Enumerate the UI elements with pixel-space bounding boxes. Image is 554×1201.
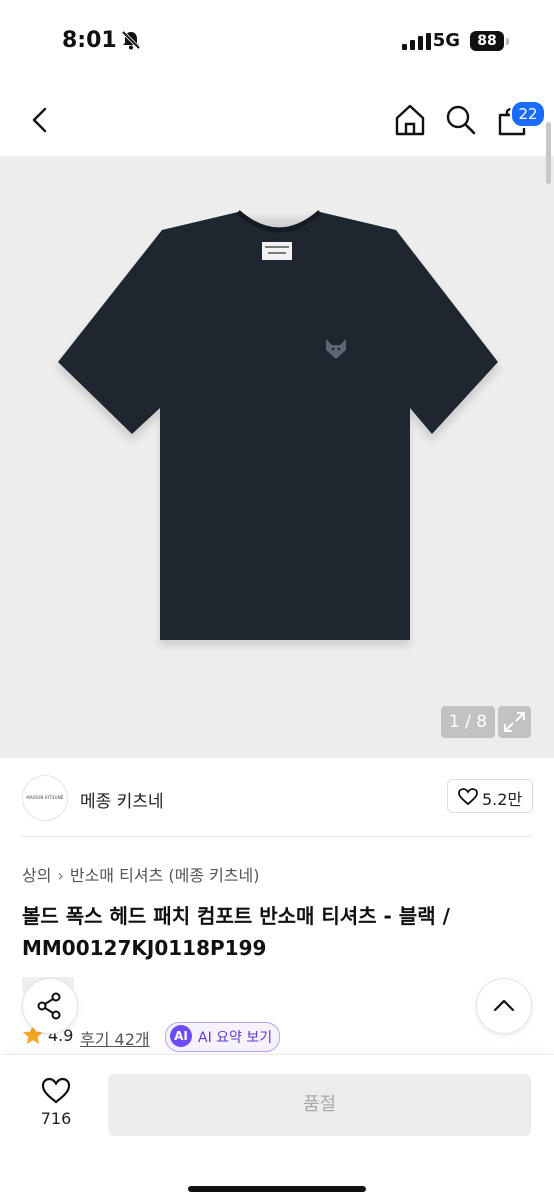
breadcrumb: 상의 › 반소매 티셔츠 (메종 키츠네) (22, 862, 260, 886)
ai-summary-button[interactable]: AI AI 요약 보기 (165, 1022, 280, 1052)
home-icon[interactable] (394, 103, 426, 137)
brand-like-count: 5.2만 (482, 790, 523, 809)
brand-name[interactable]: 메종 키츠네 (80, 787, 164, 812)
scroll-to-top-button[interactable] (476, 978, 532, 1034)
product-title: 볼드 폭스 헤드 패치 컴포트 반소매 티셔츠 - 블랙 / MM00127KJ… (22, 904, 450, 960)
breadcrumb-category[interactable]: 상의 (22, 866, 51, 885)
heart-icon (458, 788, 478, 806)
back-icon[interactable] (28, 106, 50, 134)
share-icon (37, 992, 61, 1020)
image-counter: 1 / 8 (441, 706, 495, 738)
product-image (56, 210, 500, 646)
heart-icon (41, 1077, 71, 1104)
status-time: 8:01 (62, 28, 117, 53)
bottom-action-bar: 716 품절 (0, 1054, 554, 1201)
ai-summary-label: AI 요약 보기 (198, 1030, 273, 1046)
home-indicator (188, 1186, 366, 1192)
status-bar: 8:01 5G 88 (0, 0, 554, 80)
sold-out-button[interactable]: 품절 (108, 1074, 531, 1136)
brand-row[interactable]: MAISON KITSUNÉ 메종 키츠네 5.2만 (0, 775, 554, 837)
ai-icon: AI (170, 1025, 192, 1047)
chevron-right-icon: › (57, 866, 64, 885)
breadcrumb-subcategory[interactable]: 반소매 티셔츠 (메종 키츠네) (70, 866, 260, 885)
battery-icon: 88 (470, 31, 504, 51)
brand-logo[interactable]: MAISON KITSUNÉ (22, 775, 68, 821)
search-icon[interactable] (445, 104, 477, 136)
battery-tip (506, 38, 509, 45)
expand-icon[interactable] (498, 706, 531, 738)
bell-muted-icon (121, 30, 141, 50)
wishlist-button[interactable]: 716 (28, 1077, 84, 1137)
nav-bar (0, 90, 554, 150)
brand-like-button[interactable]: 5.2만 (447, 779, 533, 813)
divider (22, 836, 532, 837)
chevron-up-icon (493, 999, 515, 1012)
signal-icon (402, 33, 431, 50)
network-type: 5G (432, 30, 460, 51)
scrollbar[interactable] (546, 122, 551, 184)
product-image-gallery[interactable] (0, 156, 554, 758)
cart-count-badge: 22 (510, 100, 546, 128)
wishlist-count: 716 (40, 1109, 72, 1128)
share-button[interactable] (22, 978, 78, 1034)
review-count-link[interactable]: 후기 42개 (80, 1026, 150, 1050)
